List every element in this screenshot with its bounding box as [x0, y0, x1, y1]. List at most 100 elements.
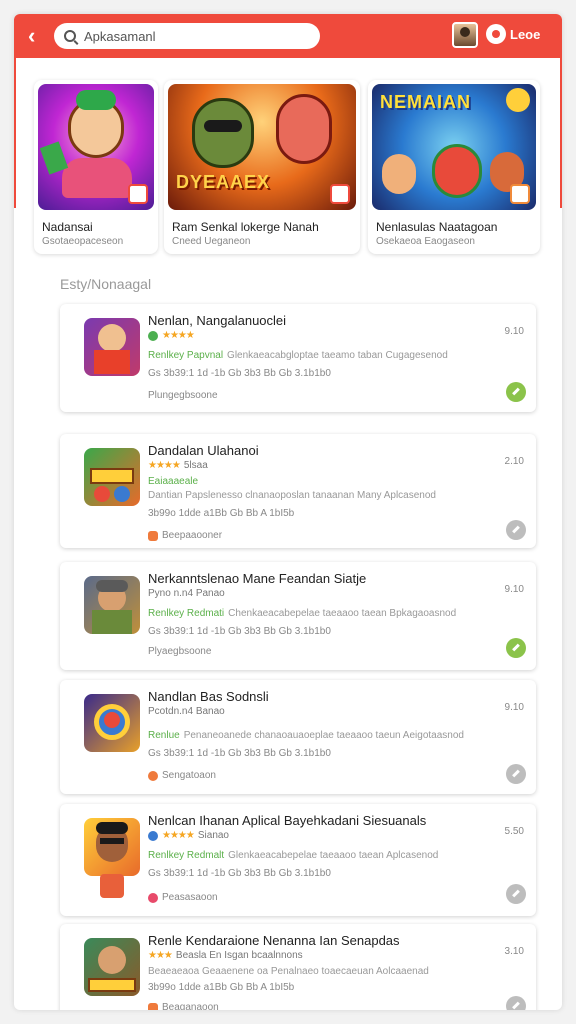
featured-card[interactable]: NEMAIAN Nenlasulas Naatagoan Osekaeoa Ea… — [368, 80, 540, 254]
category-text: Beaganaoon — [162, 1002, 219, 1010]
app-version: 3.10 — [504, 946, 524, 957]
app-name: Nerkanntslenao Mane Feandan Siatje — [148, 571, 367, 586]
tag-label: Renlkey Redmati — [148, 608, 225, 619]
back-arrow-icon[interactable]: ‹ — [28, 24, 50, 48]
tag-text: Beaeaeaoa Geaaenene oa Penalnaeo toaecae… — [148, 966, 429, 977]
tag-text: Glenkaeacabepelae taeaaoo taean Aplcasen… — [228, 850, 439, 861]
app-category: Peasasaoon — [148, 892, 218, 903]
app-tagline: Dantian Papslenesso clnanaoposlan tanaan… — [148, 490, 436, 501]
app-version: 9.10 — [504, 702, 524, 713]
featured-card[interactable]: Nadansai Gsotaeopaceseon — [34, 80, 158, 254]
app-tagline: Renlkey Redmati Chenkaeacabepelae taeaaoo… — [148, 608, 456, 619]
app-window: ‹ Apkasamanl Leoe Nadansai Gsotaeopacese… — [14, 14, 562, 1010]
search-input[interactable]: Apkasamanl — [54, 23, 320, 49]
app-version: 2.10 — [504, 456, 524, 467]
download-icon[interactable] — [506, 884, 526, 904]
category-text: Peasasaoon — [162, 892, 218, 903]
category-icon — [148, 530, 158, 541]
list-item[interactable]: Nerkanntslenao Mane Feandan Siatje Pyno … — [60, 562, 536, 670]
star-rating-icon: ★★★ — [148, 950, 173, 961]
list-item[interactable]: Nandlan Bas Sodnsli Pcotdn.n4 Banao Renl… — [60, 680, 536, 794]
app-stats: Gs 3b39:1 1d -1b Gb 3b3 Bb Gb 3.1b1b0 — [148, 368, 331, 379]
rating-text: Sianao — [197, 830, 229, 841]
app-rating: ★★★★ — [148, 330, 198, 341]
app-category: Plungegbsoone — [148, 390, 218, 401]
category-text: Sengatoaon — [162, 770, 216, 781]
download-icon[interactable] — [506, 764, 526, 784]
brand-icon — [486, 24, 506, 44]
app-name: Nandlan Bas Sodnsli — [148, 689, 269, 704]
app-icon — [84, 818, 140, 876]
search-text: Apkasamanl — [84, 28, 156, 44]
app-name: Renle Kendaraione Nenanna Ian Senapdas — [148, 933, 400, 948]
app-version: 5.50 — [504, 826, 524, 837]
star-rating-icon: ★★★★ — [162, 330, 195, 341]
store-badge-icon — [330, 184, 350, 204]
store-badge-icon — [128, 184, 148, 204]
app-tagline: Renlkey Redmalt Glenkaeacabepelae taeaaoo… — [148, 850, 438, 861]
list-item[interactable]: Renle Kendaraione Nenanna Ian Senapdas ★… — [60, 924, 536, 1010]
category-icon — [148, 892, 158, 903]
app-tagline: Renlkey Papvnal Glenkaeacabgloptae taeamo… — [148, 350, 448, 361]
tag-text: Glenkaeacabgloptae taeamo taban Cugagese… — [227, 350, 448, 361]
section-title: Esty/Nonaagal — [60, 276, 152, 292]
app-icon — [84, 938, 140, 996]
app-tagline: Beaeaeaoa Geaaenene oa Penalnaeo toaecae… — [148, 966, 429, 977]
rating-text: Pcotdn.n4 Banao — [148, 706, 225, 717]
tag-label: Renlkey Redmalt — [148, 850, 225, 861]
brand-logo[interactable]: Leoe — [486, 24, 540, 44]
tag-label: Renlue — [148, 730, 180, 741]
verified-icon — [148, 330, 158, 341]
rating-text: Pyno n.n4 Panao — [148, 588, 225, 599]
featured-carousel: Nadansai Gsotaeopaceseon DYEAAEX Ram Sen… — [14, 80, 562, 260]
featured-title: Ram Senkal lokerge Nanah — [172, 220, 319, 234]
download-icon[interactable] — [506, 638, 526, 658]
featured-image: NEMAIAN — [372, 84, 536, 210]
tag-label: Eaiaaaeale — [148, 476, 199, 487]
category-text: Beepaaooner — [162, 530, 223, 541]
list-item[interactable]: Nenlan, Nangalanuoclei ★★★★ Renlkey Papv… — [60, 304, 536, 412]
featured-title: Nenlasulas Naatagoan — [376, 220, 498, 234]
featured-image: DYEAAEX — [168, 84, 356, 210]
app-category: Sengatoaon — [148, 770, 216, 781]
app-name: Nenlcan Ihanan Aplical Bayehkadani Siesu… — [148, 813, 427, 828]
app-rating: Pcotdn.n4 Banao — [148, 706, 225, 717]
featured-banner-text: DYEAAEX — [176, 172, 271, 192]
tag-text: Dantian Papslenesso clnanaoposlan tanaan… — [148, 490, 436, 501]
download-icon[interactable] — [506, 996, 526, 1010]
featured-card[interactable]: DYEAAEX Ram Senkal lokerge Nanah Cneed U… — [164, 80, 360, 254]
store-badge-icon — [510, 184, 530, 204]
list-item[interactable]: Nenlcan Ihanan Aplical Bayehkadani Siesu… — [60, 804, 536, 916]
category-text: Plungegbsoone — [148, 390, 218, 401]
download-icon[interactable] — [506, 520, 526, 540]
app-version: 9.10 — [504, 326, 524, 337]
brand-name: Leoe — [510, 26, 541, 42]
avatar[interactable] — [452, 22, 478, 48]
tag-label: Renlkey Papvnal — [148, 350, 224, 361]
featured-image — [38, 84, 154, 210]
top-bar: ‹ Apkasamanl Leoe — [14, 14, 562, 58]
app-stats: Gs 3b39:1 1d -1b Gb 3b3 Bb Gb 3.1b1b0 — [148, 748, 331, 759]
app-rating: ★★★★ Sianao — [148, 830, 229, 841]
app-badge-icon — [100, 874, 124, 898]
app-name: Dandalan Ulahanoi — [148, 443, 259, 458]
download-icon[interactable] — [506, 382, 526, 402]
featured-subtitle: Cneed Ueganeon — [172, 236, 251, 247]
rating-text: 5lsaa — [183, 460, 208, 471]
app-version: 9.10 — [504, 584, 524, 595]
app-rating: Pyno n.n4 Panao — [148, 588, 225, 599]
app-icon — [84, 448, 140, 506]
category-text: Plyaegbsoone — [148, 646, 212, 657]
verified-icon — [148, 830, 158, 841]
app-rating: ★★★ Beasla En Isgan bcaalnnons — [148, 950, 303, 961]
list-item[interactable]: Dandalan Ulahanoi ★★★★ 5lsaa Eaiaaaeale … — [60, 434, 536, 548]
app-category: Beaganaoon — [148, 1002, 219, 1010]
app-stats: Gs 3b39:1 1d -1b Gb 3b3 Bb Gb 3.1b1b0 — [148, 868, 331, 879]
star-rating-icon: ★★★★ — [148, 460, 181, 471]
app-rating: ★★★★ 5lsaa — [148, 460, 208, 471]
star-rating-icon: ★★★★ — [162, 830, 195, 841]
featured-subtitle: Osekaeoa Eaogaseon — [376, 236, 475, 247]
featured-title: Nadansai — [42, 220, 93, 234]
app-icon — [84, 576, 140, 634]
featured-subtitle: Gsotaeopaceseon — [42, 236, 124, 247]
